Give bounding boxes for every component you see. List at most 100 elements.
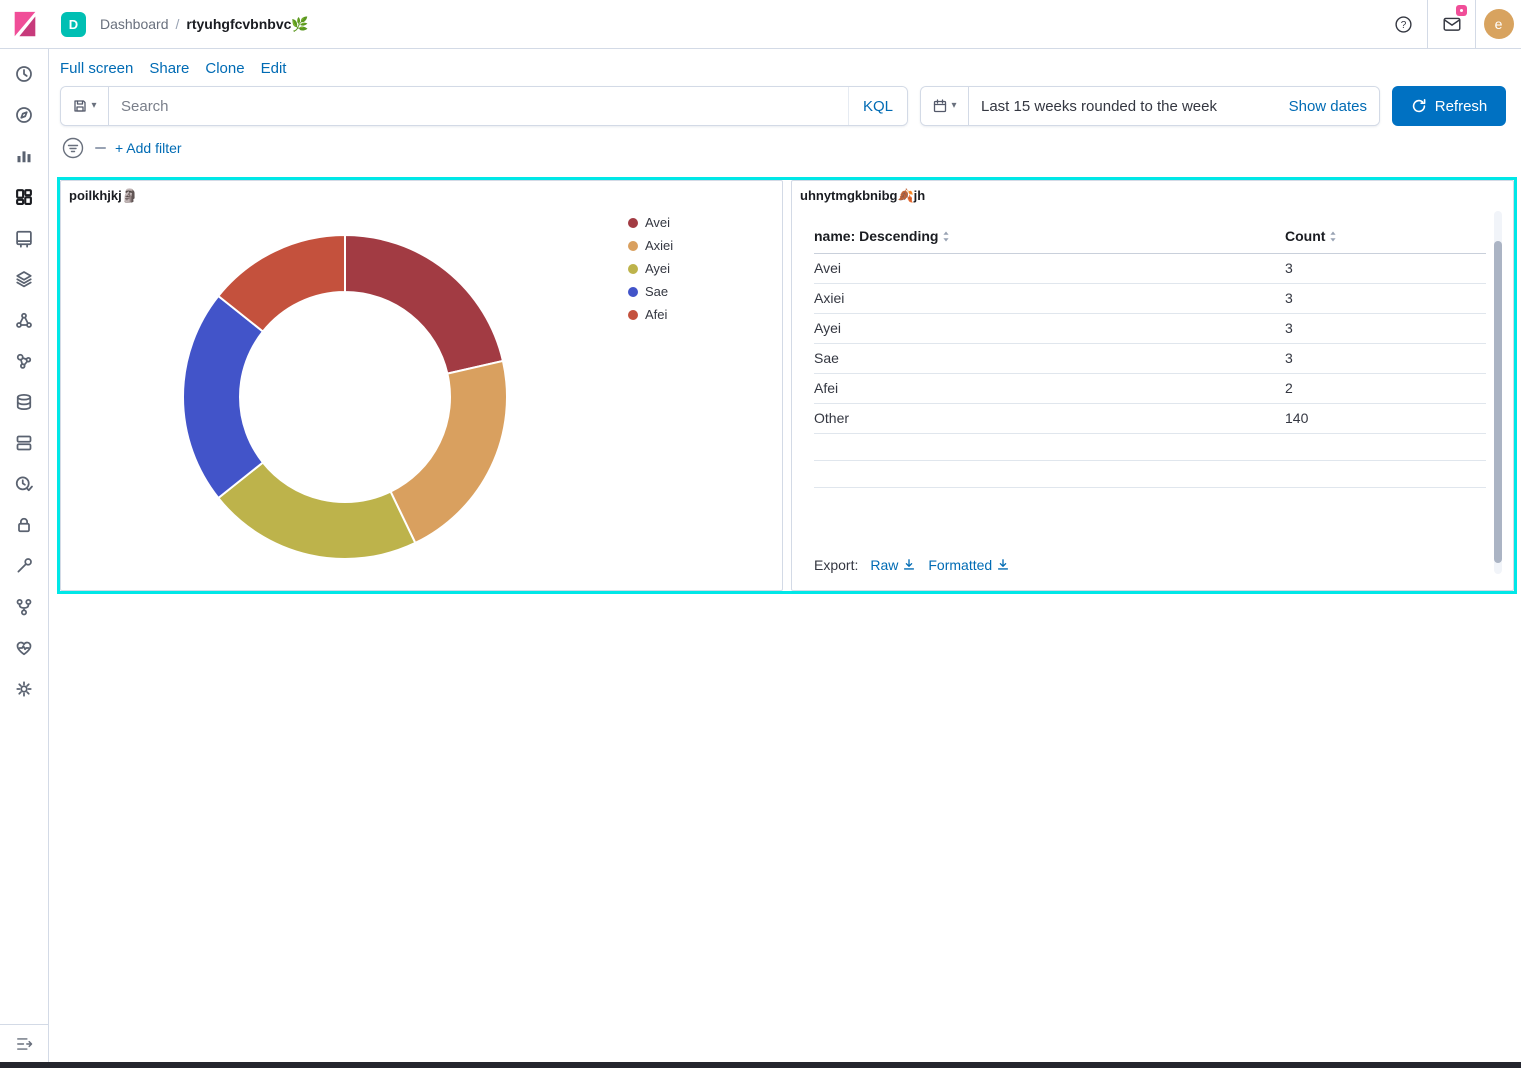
legend-item-Sae[interactable]: Sae: [628, 284, 673, 299]
sidebar-item-monitoring[interactable]: [11, 635, 37, 661]
legend-swatch: [628, 264, 638, 274]
gear-icon: [14, 679, 34, 699]
breadcrumb: Dashboard / rtyuhgfcvbnbvc🌿: [100, 16, 309, 33]
cell-count: 140: [1285, 404, 1486, 434]
cell-name: Sae: [814, 344, 1285, 374]
column-header-label: Count: [1285, 228, 1325, 244]
sidebar-item-canvas[interactable]: [11, 225, 37, 251]
export-raw-link[interactable]: Raw: [870, 557, 916, 573]
sidebar-item-machine-learning[interactable]: [11, 307, 37, 333]
table-empty-row: [814, 461, 1486, 488]
legend-swatch: [628, 287, 638, 297]
filter-divider: [95, 147, 106, 149]
collapse-sidebar-button[interactable]: [11, 1031, 37, 1057]
legend-swatch: [628, 218, 638, 228]
refresh-button[interactable]: Refresh: [1392, 86, 1506, 126]
app-header: D Dashboard / rtyuhgfcvbnbvc🌿 ? e: [0, 0, 1521, 49]
pie-slice-Sae[interactable]: [183, 296, 263, 498]
sidebar-item-recently-viewed[interactable]: [11, 61, 37, 87]
sidebar-item-uptime[interactable]: [11, 471, 37, 497]
table-row: Other140: [814, 404, 1486, 434]
date-range-text[interactable]: Last 15 weeks rounded to the week: [969, 87, 1277, 125]
pie-slice-Ayei[interactable]: [218, 462, 415, 559]
query-bar: ▾ KQL ▾ Last 15 weeks rounded to the wee…: [49, 86, 1521, 126]
filter-bar: + Add filter: [49, 126, 1521, 160]
share-link[interactable]: Share: [149, 60, 189, 77]
pie-slice-Avei[interactable]: [345, 235, 503, 374]
sidebar-item-fork[interactable]: [11, 594, 37, 620]
legend-item-Avei[interactable]: Avei: [628, 215, 673, 230]
table-scrollbar-thumb[interactable]: [1494, 241, 1502, 563]
clock-check-icon: [14, 474, 34, 494]
refresh-icon: [1411, 98, 1427, 114]
sidebar-item-logs[interactable]: [11, 389, 37, 415]
table-panel-title[interactable]: uhnytmgkbnibg🍂jh: [792, 181, 933, 204]
cell-empty: [1285, 461, 1486, 488]
sidebar-item-maps[interactable]: [11, 266, 37, 292]
fork-icon: [14, 597, 34, 617]
add-filter-link[interactable]: + Add filter: [115, 140, 182, 156]
kibana-logo[interactable]: [0, 0, 49, 48]
table-row: Afei2: [814, 374, 1486, 404]
user-menu-button[interactable]: e: [1475, 0, 1521, 48]
edit-link[interactable]: Edit: [261, 60, 287, 77]
table-row: Ayei3: [814, 314, 1486, 344]
show-dates-button[interactable]: Show dates: [1277, 87, 1379, 125]
clone-link[interactable]: Clone: [205, 60, 244, 77]
pie-panel: poilkhjkj🗿 Avei Axiei Ayei Sae Afei: [60, 180, 783, 591]
legend-swatch: [628, 310, 638, 320]
full-screen-link[interactable]: Full screen: [60, 60, 133, 77]
cell-name: Afei: [814, 374, 1285, 404]
cell-count: 2: [1285, 374, 1486, 404]
legend-item-Axiei[interactable]: Axiei: [628, 238, 673, 253]
donut-chart: [179, 231, 511, 566]
sort-icon: [1329, 231, 1337, 242]
legend-label: Sae: [645, 284, 668, 299]
sidebar-item-dev-tools[interactable]: [11, 553, 37, 579]
panels-selection-group: poilkhjkj🗿 AveiAxieiAyeiSaeAfei uhnytmgk…: [57, 177, 1517, 594]
sidebar-item-dashboard[interactable]: [11, 184, 37, 210]
kql-button[interactable]: KQL: [848, 87, 907, 125]
avatar: e: [1484, 9, 1514, 39]
cell-name: Ayei: [814, 314, 1285, 344]
sidebar-item-discover[interactable]: [11, 102, 37, 128]
space-badge[interactable]: D: [61, 12, 86, 37]
table-row: Sae3: [814, 344, 1486, 374]
chevron-down-icon: ▾: [951, 101, 956, 111]
sidebar-item-graph[interactable]: [11, 348, 37, 374]
sort-icon: [942, 231, 950, 242]
save-icon: [72, 98, 88, 114]
sidebar-item-visualize[interactable]: [11, 143, 37, 169]
filter-icon: [61, 136, 85, 160]
saved-query-button[interactable]: ▾: [61, 87, 109, 125]
breadcrumb-dashboard-link[interactable]: Dashboard: [100, 16, 169, 32]
notification-badge: [1456, 5, 1467, 16]
filter-options-button[interactable]: [60, 135, 86, 161]
column-header-count[interactable]: Count: [1285, 221, 1486, 254]
layers-icon: [14, 269, 34, 289]
download-icon: [996, 558, 1010, 572]
search-input[interactable]: [109, 87, 848, 125]
calendar-button[interactable]: ▾: [921, 87, 969, 125]
pie-slice-Axiei[interactable]: [391, 361, 507, 543]
cell-name: Axiei: [814, 284, 1285, 314]
mail-icon: [1442, 14, 1462, 34]
pie-panel-title[interactable]: poilkhjkj🗿: [61, 181, 146, 204]
pie-legend: Avei Axiei Ayei Sae Afei: [628, 215, 673, 322]
cell-count: 3: [1285, 284, 1486, 314]
export-formatted-link[interactable]: Formatted: [928, 557, 1010, 573]
cell-empty: [814, 434, 1285, 461]
sidebar-item-saved-objects[interactable]: [11, 430, 37, 456]
download-icon: [902, 558, 916, 572]
help-button[interactable]: ?: [1379, 0, 1427, 48]
newsfeed-button[interactable]: [1427, 0, 1475, 48]
refresh-label: Refresh: [1435, 98, 1488, 115]
legend-item-Afei[interactable]: Afei: [628, 307, 673, 322]
sidebar-item-security[interactable]: [11, 512, 37, 538]
legend-item-Ayei[interactable]: Ayei: [628, 261, 673, 276]
cell-count: 3: [1285, 344, 1486, 374]
sidebar-item-management[interactable]: [11, 676, 37, 702]
column-header-name[interactable]: name: Descending: [814, 221, 1285, 254]
table-row: Avei3: [814, 254, 1486, 284]
legend-label: Ayei: [645, 261, 670, 276]
